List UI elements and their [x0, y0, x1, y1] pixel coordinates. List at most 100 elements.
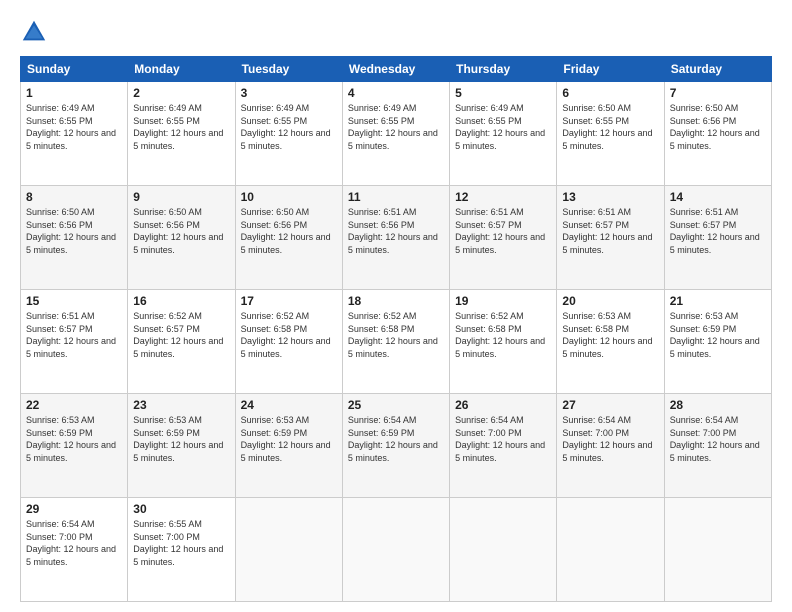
calendar-cell: 7 Sunrise: 6:50 AM Sunset: 6:56 PM Dayli…: [664, 82, 771, 186]
calendar-cell: 3 Sunrise: 6:49 AM Sunset: 6:55 PM Dayli…: [235, 82, 342, 186]
day-detail: Sunrise: 6:50 AM Sunset: 6:56 PM Dayligh…: [670, 102, 766, 152]
day-number: 13: [562, 190, 658, 204]
day-number: 27: [562, 398, 658, 412]
day-detail: Sunrise: 6:54 AM Sunset: 7:00 PM Dayligh…: [26, 518, 122, 568]
header: [20, 18, 772, 46]
calendar-cell: 23 Sunrise: 6:53 AM Sunset: 6:59 PM Dayl…: [128, 394, 235, 498]
logo-icon: [20, 18, 48, 46]
day-header-friday: Friday: [557, 57, 664, 82]
day-number: 18: [348, 294, 444, 308]
day-detail: Sunrise: 6:51 AM Sunset: 6:57 PM Dayligh…: [26, 310, 122, 360]
calendar-cell: 6 Sunrise: 6:50 AM Sunset: 6:55 PM Dayli…: [557, 82, 664, 186]
day-detail: Sunrise: 6:52 AM Sunset: 6:58 PM Dayligh…: [455, 310, 551, 360]
day-number: 3: [241, 86, 337, 100]
day-detail: Sunrise: 6:52 AM Sunset: 6:58 PM Dayligh…: [241, 310, 337, 360]
calendar-cell: 29 Sunrise: 6:54 AM Sunset: 7:00 PM Dayl…: [21, 498, 128, 602]
day-detail: Sunrise: 6:51 AM Sunset: 6:57 PM Dayligh…: [562, 206, 658, 256]
day-detail: Sunrise: 6:50 AM Sunset: 6:56 PM Dayligh…: [241, 206, 337, 256]
day-detail: Sunrise: 6:49 AM Sunset: 6:55 PM Dayligh…: [348, 102, 444, 152]
calendar-week-4: 22 Sunrise: 6:53 AM Sunset: 6:59 PM Dayl…: [21, 394, 772, 498]
day-header-tuesday: Tuesday: [235, 57, 342, 82]
calendar-cell: 16 Sunrise: 6:52 AM Sunset: 6:57 PM Dayl…: [128, 290, 235, 394]
day-number: 26: [455, 398, 551, 412]
day-number: 1: [26, 86, 122, 100]
calendar-cell: 30 Sunrise: 6:55 AM Sunset: 7:00 PM Dayl…: [128, 498, 235, 602]
day-detail: Sunrise: 6:54 AM Sunset: 6:59 PM Dayligh…: [348, 414, 444, 464]
day-header-monday: Monday: [128, 57, 235, 82]
calendar-week-5: 29 Sunrise: 6:54 AM Sunset: 7:00 PM Dayl…: [21, 498, 772, 602]
day-number: 30: [133, 502, 229, 516]
calendar-header-row: SundayMondayTuesdayWednesdayThursdayFrid…: [21, 57, 772, 82]
day-number: 15: [26, 294, 122, 308]
day-detail: Sunrise: 6:53 AM Sunset: 6:59 PM Dayligh…: [26, 414, 122, 464]
day-number: 22: [26, 398, 122, 412]
day-number: 17: [241, 294, 337, 308]
calendar-cell: 17 Sunrise: 6:52 AM Sunset: 6:58 PM Dayl…: [235, 290, 342, 394]
day-detail: Sunrise: 6:49 AM Sunset: 6:55 PM Dayligh…: [241, 102, 337, 152]
calendar-cell: 27 Sunrise: 6:54 AM Sunset: 7:00 PM Dayl…: [557, 394, 664, 498]
calendar-cell: 18 Sunrise: 6:52 AM Sunset: 6:58 PM Dayl…: [342, 290, 449, 394]
calendar-cell: [664, 498, 771, 602]
day-number: 5: [455, 86, 551, 100]
calendar: SundayMondayTuesdayWednesdayThursdayFrid…: [20, 56, 772, 602]
day-detail: Sunrise: 6:51 AM Sunset: 6:57 PM Dayligh…: [670, 206, 766, 256]
day-number: 20: [562, 294, 658, 308]
calendar-cell: 5 Sunrise: 6:49 AM Sunset: 6:55 PM Dayli…: [450, 82, 557, 186]
day-number: 12: [455, 190, 551, 204]
day-detail: Sunrise: 6:53 AM Sunset: 6:59 PM Dayligh…: [241, 414, 337, 464]
day-detail: Sunrise: 6:54 AM Sunset: 7:00 PM Dayligh…: [562, 414, 658, 464]
calendar-cell: 14 Sunrise: 6:51 AM Sunset: 6:57 PM Dayl…: [664, 186, 771, 290]
day-header-wednesday: Wednesday: [342, 57, 449, 82]
day-number: 10: [241, 190, 337, 204]
calendar-cell: 9 Sunrise: 6:50 AM Sunset: 6:56 PM Dayli…: [128, 186, 235, 290]
day-number: 8: [26, 190, 122, 204]
calendar-cell: 8 Sunrise: 6:50 AM Sunset: 6:56 PM Dayli…: [21, 186, 128, 290]
calendar-week-2: 8 Sunrise: 6:50 AM Sunset: 6:56 PM Dayli…: [21, 186, 772, 290]
calendar-week-1: 1 Sunrise: 6:49 AM Sunset: 6:55 PM Dayli…: [21, 82, 772, 186]
day-header-thursday: Thursday: [450, 57, 557, 82]
calendar-cell: 28 Sunrise: 6:54 AM Sunset: 7:00 PM Dayl…: [664, 394, 771, 498]
day-number: 21: [670, 294, 766, 308]
page: SundayMondayTuesdayWednesdayThursdayFrid…: [0, 0, 792, 612]
calendar-cell: 19 Sunrise: 6:52 AM Sunset: 6:58 PM Dayl…: [450, 290, 557, 394]
calendar-cell: 2 Sunrise: 6:49 AM Sunset: 6:55 PM Dayli…: [128, 82, 235, 186]
day-detail: Sunrise: 6:53 AM Sunset: 6:59 PM Dayligh…: [670, 310, 766, 360]
calendar-cell: [450, 498, 557, 602]
day-number: 16: [133, 294, 229, 308]
calendar-cell: 25 Sunrise: 6:54 AM Sunset: 6:59 PM Dayl…: [342, 394, 449, 498]
day-detail: Sunrise: 6:52 AM Sunset: 6:57 PM Dayligh…: [133, 310, 229, 360]
calendar-cell: 10 Sunrise: 6:50 AM Sunset: 6:56 PM Dayl…: [235, 186, 342, 290]
calendar-cell: 1 Sunrise: 6:49 AM Sunset: 6:55 PM Dayli…: [21, 82, 128, 186]
calendar-cell: [235, 498, 342, 602]
day-detail: Sunrise: 6:50 AM Sunset: 6:56 PM Dayligh…: [133, 206, 229, 256]
calendar-cell: 20 Sunrise: 6:53 AM Sunset: 6:58 PM Dayl…: [557, 290, 664, 394]
calendar-cell: [342, 498, 449, 602]
calendar-cell: 26 Sunrise: 6:54 AM Sunset: 7:00 PM Dayl…: [450, 394, 557, 498]
day-header-saturday: Saturday: [664, 57, 771, 82]
day-detail: Sunrise: 6:53 AM Sunset: 6:59 PM Dayligh…: [133, 414, 229, 464]
day-detail: Sunrise: 6:51 AM Sunset: 6:57 PM Dayligh…: [455, 206, 551, 256]
day-detail: Sunrise: 6:49 AM Sunset: 6:55 PM Dayligh…: [133, 102, 229, 152]
day-detail: Sunrise: 6:51 AM Sunset: 6:56 PM Dayligh…: [348, 206, 444, 256]
logo: [20, 18, 52, 46]
day-number: 19: [455, 294, 551, 308]
day-number: 6: [562, 86, 658, 100]
day-number: 24: [241, 398, 337, 412]
calendar-cell: [557, 498, 664, 602]
day-number: 2: [133, 86, 229, 100]
calendar-cell: 12 Sunrise: 6:51 AM Sunset: 6:57 PM Dayl…: [450, 186, 557, 290]
day-detail: Sunrise: 6:54 AM Sunset: 7:00 PM Dayligh…: [455, 414, 551, 464]
day-number: 28: [670, 398, 766, 412]
day-number: 7: [670, 86, 766, 100]
day-detail: Sunrise: 6:53 AM Sunset: 6:58 PM Dayligh…: [562, 310, 658, 360]
day-number: 29: [26, 502, 122, 516]
day-header-sunday: Sunday: [21, 57, 128, 82]
calendar-cell: 11 Sunrise: 6:51 AM Sunset: 6:56 PM Dayl…: [342, 186, 449, 290]
day-detail: Sunrise: 6:49 AM Sunset: 6:55 PM Dayligh…: [26, 102, 122, 152]
day-number: 9: [133, 190, 229, 204]
day-number: 23: [133, 398, 229, 412]
day-detail: Sunrise: 6:50 AM Sunset: 6:56 PM Dayligh…: [26, 206, 122, 256]
day-detail: Sunrise: 6:54 AM Sunset: 7:00 PM Dayligh…: [670, 414, 766, 464]
day-detail: Sunrise: 6:55 AM Sunset: 7:00 PM Dayligh…: [133, 518, 229, 568]
calendar-cell: 21 Sunrise: 6:53 AM Sunset: 6:59 PM Dayl…: [664, 290, 771, 394]
